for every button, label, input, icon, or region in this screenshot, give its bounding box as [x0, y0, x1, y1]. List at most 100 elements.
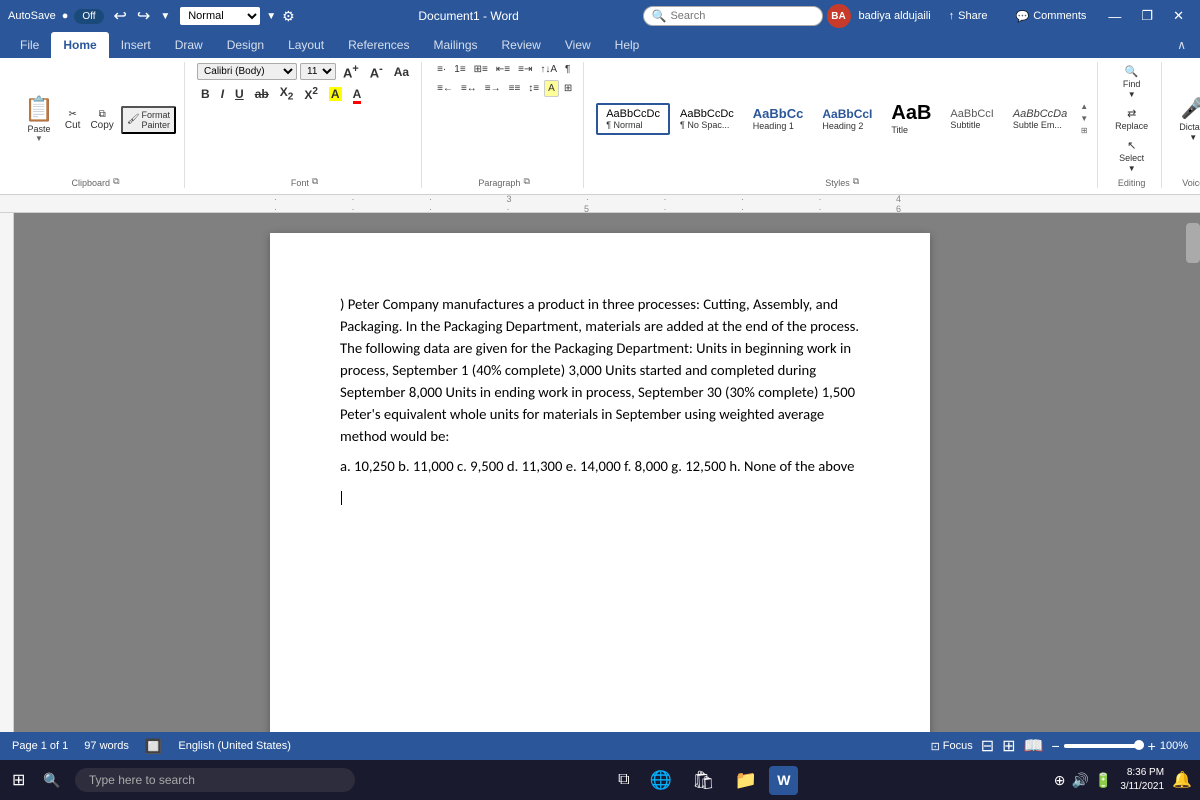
- notification-icon[interactable]: 🔔: [1172, 770, 1192, 790]
- tab-insert[interactable]: Insert: [109, 32, 163, 58]
- style-subtle-em[interactable]: AaBbCcDa Subtle Em...: [1004, 104, 1076, 134]
- network-icon[interactable]: ⊕: [1054, 772, 1066, 789]
- scrollbar-thumb[interactable]: [1186, 223, 1200, 263]
- tab-view[interactable]: View: [553, 32, 603, 58]
- taskview-button[interactable]: ⧉: [610, 766, 637, 795]
- multilevel-button[interactable]: ⊞≡: [471, 62, 491, 77]
- restore-button[interactable]: ❐: [1133, 4, 1161, 28]
- style-title[interactable]: AaB Title: [882, 98, 940, 139]
- font-family-select[interactable]: Calibri (Body): [197, 63, 297, 80]
- find-button[interactable]: 🔍 Find ▼: [1118, 62, 1146, 102]
- page-content[interactable]: ) Peter Company manufactures a product i…: [340, 293, 860, 507]
- style-no-spacing[interactable]: AaBbCcDc ¶ No Spac...: [671, 104, 743, 134]
- store-icon[interactable]: 🛍: [684, 766, 723, 795]
- align-right-button[interactable]: ≡→: [482, 81, 504, 96]
- styles-expand-icon[interactable]: ⧉: [852, 175, 860, 188]
- tab-review[interactable]: Review: [490, 32, 553, 58]
- ribbon-collapse-button[interactable]: ∧: [1171, 35, 1192, 55]
- cortana-icon[interactable]: 🌐: [642, 766, 680, 795]
- underline-button[interactable]: U: [231, 86, 248, 102]
- quick-style-select[interactable]: Normal: [180, 7, 260, 25]
- search-button[interactable]: 🔍: [35, 768, 68, 793]
- zoom-in-button[interactable]: +: [1148, 738, 1156, 754]
- styles-expand[interactable]: ⊞: [1079, 125, 1089, 136]
- bullets-button[interactable]: ≡·: [434, 62, 449, 77]
- superscript-button[interactable]: X2: [300, 85, 322, 103]
- increase-indent-button[interactable]: ≡⇥: [515, 62, 535, 77]
- tab-references[interactable]: References: [336, 32, 421, 58]
- align-left-button[interactable]: ≡←: [434, 81, 456, 96]
- cut-button[interactable]: ✂ Cut: [62, 106, 84, 134]
- right-scrollbar-track[interactable]: [1186, 213, 1200, 732]
- italic-button[interactable]: I: [217, 86, 228, 102]
- decrease-indent-button[interactable]: ⇤≡: [493, 62, 513, 77]
- borders-button[interactable]: ⊞: [561, 81, 575, 96]
- style-normal[interactable]: AaBbCcDc ¶ Normal: [596, 103, 670, 135]
- read-mode-button[interactable]: 📖: [1024, 736, 1044, 756]
- redo-button[interactable]: ↪: [133, 4, 154, 28]
- font-color-button[interactable]: A: [349, 86, 366, 102]
- tab-help[interactable]: Help: [603, 32, 652, 58]
- clipboard-expand-icon[interactable]: ⧉: [112, 175, 120, 188]
- start-button[interactable]: ⊞: [8, 766, 29, 794]
- taskbar-search-input[interactable]: [75, 768, 355, 792]
- subscript-button[interactable]: X2: [276, 84, 298, 103]
- font-size-select[interactable]: 11: [300, 63, 336, 80]
- copy-button[interactable]: ⧉ Copy: [87, 106, 116, 134]
- undo-button[interactable]: ↩: [110, 4, 131, 28]
- minimize-button[interactable]: —: [1100, 5, 1129, 28]
- web-layout-button[interactable]: ⊞: [1002, 736, 1015, 756]
- document-area[interactable]: ) Peter Company manufactures a product i…: [14, 213, 1186, 732]
- paragraph-expand-icon[interactable]: ⧉: [522, 175, 530, 188]
- dictate-button[interactable]: 🎤 Dictate ▼: [1174, 93, 1200, 145]
- word-taskbar-icon[interactable]: W: [769, 766, 798, 795]
- folder-icon[interactable]: 📁: [727, 766, 765, 795]
- clear-format-button[interactable]: Aa: [390, 64, 413, 80]
- shrink-font-button[interactable]: A-: [366, 62, 387, 81]
- tab-layout[interactable]: Layout: [276, 32, 336, 58]
- grow-font-button[interactable]: A+: [339, 62, 363, 81]
- focus-button[interactable]: ⊡ Focus: [931, 740, 973, 753]
- styles-scroll-down[interactable]: ▼: [1079, 113, 1089, 124]
- show-marks-button[interactable]: ¶: [562, 62, 573, 77]
- clock-display[interactable]: 8:36 PM 3/11/2021: [1120, 766, 1164, 794]
- zoom-thumb[interactable]: [1134, 740, 1144, 750]
- strikethrough-button[interactable]: ab: [251, 86, 273, 102]
- styles-scroll-up[interactable]: ▲: [1079, 101, 1089, 112]
- title-search-box[interactable]: 🔍: [643, 6, 823, 26]
- shading-button[interactable]: A: [544, 80, 559, 97]
- text-highlight-button[interactable]: A: [325, 86, 346, 102]
- line-spacing-button[interactable]: ↕≡: [525, 81, 542, 96]
- zoom-out-button[interactable]: −: [1051, 738, 1059, 754]
- comments-button[interactable]: 💬 Comments: [1006, 6, 1097, 27]
- toolbar-expand-button[interactable]: ▼: [266, 11, 276, 22]
- tab-home[interactable]: Home: [51, 32, 108, 58]
- language[interactable]: English (United States): [178, 740, 291, 752]
- battery-icon[interactable]: 🔋: [1095, 772, 1112, 789]
- tab-mailings[interactable]: Mailings: [421, 32, 489, 58]
- select-button[interactable]: ↖ Select ▼: [1114, 136, 1149, 176]
- share-button[interactable]: ↑ Share: [939, 6, 998, 26]
- sort-button[interactable]: ↑↓A: [537, 62, 560, 77]
- print-layout-button[interactable]: ⊟: [981, 736, 994, 756]
- align-center-button[interactable]: ≡↔: [458, 81, 480, 96]
- style-heading2[interactable]: AaBbCcI Heading 2: [813, 103, 881, 135]
- zoom-bar[interactable]: [1064, 744, 1144, 748]
- replace-button[interactable]: ⇄ Replace: [1110, 104, 1153, 134]
- tab-file[interactable]: File: [8, 32, 51, 58]
- justify-button[interactable]: ≡≡: [506, 81, 524, 96]
- title-search-input[interactable]: [670, 10, 790, 22]
- more-undo-button[interactable]: ▼: [156, 4, 174, 28]
- autosave-toggle[interactable]: Off: [74, 9, 103, 24]
- style-heading1[interactable]: AaBbCc Heading 1: [744, 102, 813, 135]
- volume-icon[interactable]: 🔊: [1071, 772, 1088, 789]
- bold-button[interactable]: B: [197, 86, 214, 102]
- format-painter-button[interactable]: 🖌 Format Painter: [121, 106, 176, 134]
- close-button[interactable]: ✕: [1165, 4, 1192, 28]
- font-expand-icon[interactable]: ⧉: [311, 175, 319, 188]
- style-subtitle[interactable]: AaBbCcI Subtitle: [941, 104, 1002, 134]
- paste-button[interactable]: 📋 Paste ▼: [16, 91, 62, 147]
- document-page[interactable]: ) Peter Company manufactures a product i…: [270, 233, 930, 732]
- customize-toolbar-button[interactable]: ⚙: [282, 8, 295, 25]
- tab-draw[interactable]: Draw: [163, 32, 215, 58]
